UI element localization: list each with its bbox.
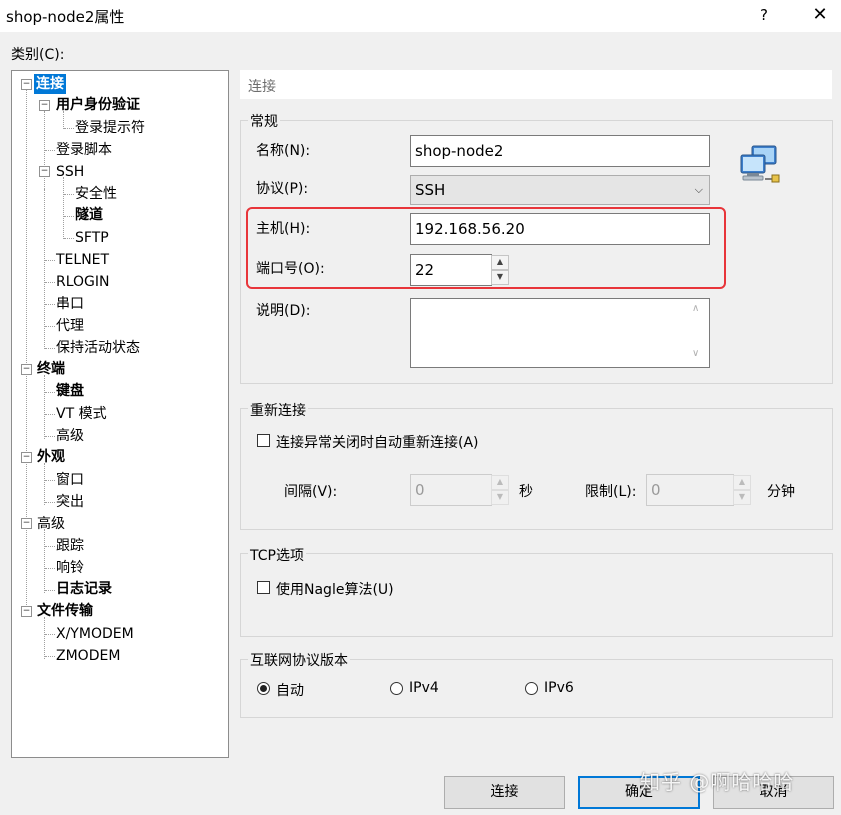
- spin-up-icon[interactable]: ▲: [733, 475, 751, 490]
- spin-down-icon[interactable]: ▼: [733, 490, 751, 505]
- limit-stepper[interactable]: ▲ ▼: [733, 475, 751, 505]
- minutes-unit: 分钟: [767, 484, 795, 500]
- tree-item-advanced[interactable]: 高级: [37, 514, 65, 534]
- radio-auto[interactable]: [257, 682, 270, 695]
- tree-item-login-script[interactable]: 登录脚本: [56, 140, 112, 160]
- limit-field[interactable]: 0: [646, 474, 734, 506]
- name-label: 名称(N):: [256, 143, 311, 159]
- scroll-up-icon[interactable]: ∧: [692, 303, 699, 314]
- collapse-icon[interactable]: −: [21, 518, 32, 529]
- protocol-select[interactable]: SSH ⌵: [410, 175, 710, 205]
- window-title: shop-node2属性: [6, 8, 125, 26]
- category-label: 类别(C):: [11, 47, 65, 63]
- interval-stepper[interactable]: ▲ ▼: [491, 475, 509, 505]
- radio-ipv4-label[interactable]: IPv4: [409, 680, 439, 696]
- collapse-icon[interactable]: −: [21, 452, 32, 463]
- scroll-down-icon[interactable]: ∨: [692, 348, 699, 359]
- tree-item-proxy[interactable]: 代理: [56, 316, 84, 336]
- tree-item-sftp[interactable]: SFTP: [75, 228, 109, 248]
- port-stepper[interactable]: ▲ ▼: [491, 255, 509, 285]
- port-label: 端口号(O):: [256, 261, 325, 277]
- tree-item-bell[interactable]: 响铃: [56, 558, 84, 578]
- radio-ipv6-label[interactable]: IPv6: [544, 680, 574, 696]
- tree-item-serial[interactable]: 串口: [56, 294, 84, 314]
- title-bar: shop-node2属性 ? ✕: [0, 0, 841, 32]
- tree-item-security[interactable]: 安全性: [75, 184, 117, 204]
- auto-reconnect-label[interactable]: 连接异常关闭时自动重新连接(A): [276, 432, 479, 452]
- tree-item-auth[interactable]: 用户身份验证: [56, 95, 140, 115]
- section-header: 连接: [240, 70, 832, 99]
- collapse-icon[interactable]: −: [21, 606, 32, 617]
- radio-ipv6[interactable]: [525, 682, 538, 695]
- tree-item-connect[interactable]: 连接: [34, 74, 66, 94]
- description-label: 说明(D):: [256, 303, 311, 319]
- tcp-legend: TCP选项: [248, 545, 306, 565]
- tree-item-file-transfer[interactable]: 文件传输: [37, 601, 93, 621]
- spin-down-icon[interactable]: ▼: [491, 270, 509, 285]
- chevron-down-icon: ⌵: [694, 183, 703, 196]
- protocol-value: SSH: [415, 181, 446, 199]
- collapse-icon[interactable]: −: [39, 166, 50, 177]
- tree-item-login-prompt[interactable]: 登录提示符: [75, 118, 145, 138]
- tree-item-rlogin[interactable]: RLOGIN: [56, 272, 110, 292]
- tree-item-window[interactable]: 窗口: [56, 470, 84, 490]
- collapse-icon[interactable]: −: [39, 100, 50, 111]
- seconds-unit: 秒: [519, 484, 533, 500]
- collapse-icon[interactable]: −: [21, 364, 32, 375]
- nagle-checkbox[interactable]: [257, 581, 270, 594]
- tree-item-zmodem[interactable]: ZMODEM: [56, 646, 120, 666]
- tree-item-terminal[interactable]: 终端: [37, 359, 65, 379]
- port-field[interactable]: 22: [410, 254, 492, 286]
- name-field[interactable]: shop-node2: [410, 135, 710, 167]
- ip-version-legend: 互联网协议版本: [248, 650, 350, 670]
- auto-reconnect-checkbox[interactable]: [257, 434, 270, 447]
- tree-item-highlight[interactable]: 突出: [56, 492, 84, 512]
- tree-item-appearance[interactable]: 外观: [37, 447, 65, 467]
- interval-field[interactable]: 0: [410, 474, 492, 506]
- tree-item-term-advanced[interactable]: 高级: [56, 426, 84, 446]
- host-field[interactable]: 192.168.56.20: [410, 213, 710, 245]
- interval-label: 间隔(V):: [284, 484, 338, 500]
- limit-label: 限制(L):: [585, 484, 637, 500]
- collapse-icon[interactable]: −: [21, 79, 32, 90]
- reconnect-legend: 重新连接: [248, 400, 308, 420]
- watermark: 知乎 @啊哈哈哈: [640, 770, 795, 794]
- category-tree[interactable]: − − − − − − − 连接 用户身份验证 登录提示符 登录脚本 SSH 安…: [11, 70, 229, 758]
- computer-network-icon: [738, 143, 782, 187]
- tree-item-trace[interactable]: 跟踪: [56, 536, 84, 556]
- section-title: 连接: [248, 79, 276, 95]
- radio-auto-label[interactable]: 自动: [276, 680, 304, 700]
- connect-button[interactable]: 连接: [444, 776, 565, 809]
- tree-item-tunnel[interactable]: 隧道: [75, 205, 103, 225]
- tree-item-keyboard[interactable]: 键盘: [56, 381, 84, 401]
- protocol-label: 协议(P):: [256, 181, 309, 197]
- host-label: 主机(H):: [256, 221, 311, 237]
- tree-item-keepalive[interactable]: 保持活动状态: [56, 338, 140, 358]
- tree-item-telnet[interactable]: TELNET: [56, 250, 109, 270]
- radio-ipv4[interactable]: [390, 682, 403, 695]
- description-field[interactable]: [410, 298, 710, 368]
- close-button[interactable]: ✕: [806, 3, 834, 27]
- tree-item-logging[interactable]: 日志记录: [56, 579, 112, 599]
- spin-down-icon[interactable]: ▼: [491, 490, 509, 505]
- tree-item-vt-mode[interactable]: VT 模式: [56, 404, 107, 424]
- help-button[interactable]: ?: [752, 4, 776, 26]
- spin-up-icon[interactable]: ▲: [491, 255, 509, 270]
- tree-item-ssh[interactable]: SSH: [56, 162, 84, 182]
- general-legend: 常规: [248, 111, 280, 131]
- spin-up-icon[interactable]: ▲: [491, 475, 509, 490]
- tree-item-xymodem[interactable]: X/YMODEM: [56, 624, 134, 644]
- nagle-label[interactable]: 使用Nagle算法(U): [276, 579, 394, 599]
- reconnect-group: [240, 408, 833, 530]
